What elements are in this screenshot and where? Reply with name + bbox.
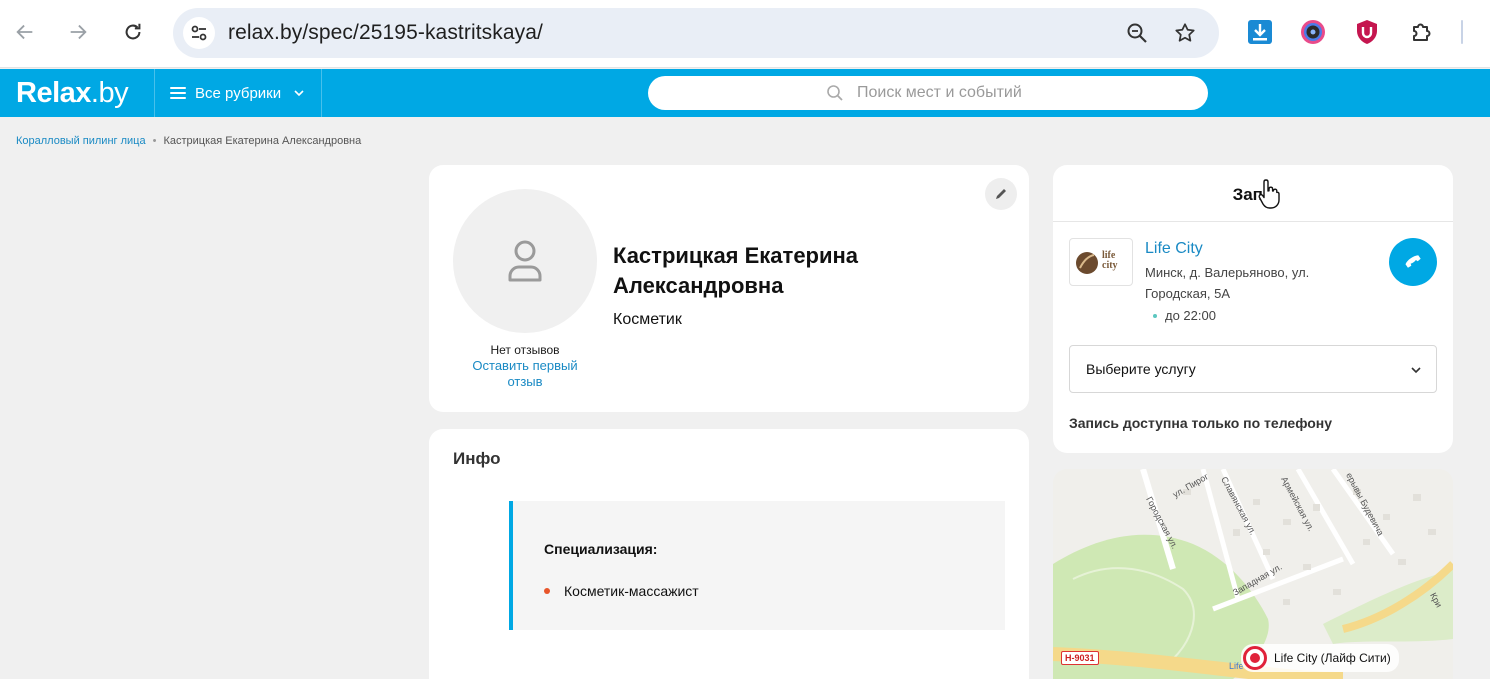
browser-toolbar: relax.by/spec/25195-kastritskaya/ <box>0 0 1490 68</box>
address-bar[interactable]: relax.by/spec/25195-kastritskaya/ <box>173 8 1219 58</box>
salon-logo-text: life city <box>1102 250 1118 271</box>
specialist-role: Косметик <box>613 311 682 328</box>
phone-only-note: Запись доступна только по телефону <box>1069 415 1333 431</box>
salon-address: Минск, д. Валерьяново, ул. Городская, 5А <box>1145 265 1310 301</box>
leave-first-review-link[interactable]: Оставить первый отзыв <box>469 358 581 390</box>
map-pin-icon <box>1243 646 1267 670</box>
avatar <box>453 189 597 333</box>
reload-button[interactable] <box>117 16 149 48</box>
arrow-right-icon <box>70 24 87 40</box>
specialization-label: Специализация: <box>544 541 658 557</box>
search-input[interactable] <box>857 84 1177 102</box>
back-button[interactable] <box>9 16 41 48</box>
hamburger-icon <box>170 87 186 99</box>
booking-card: Запи life city Life City Минск, д. Валер… <box>1053 165 1453 453</box>
road-number-badge: Н-9031 <box>1061 651 1099 665</box>
zoom-button[interactable] <box>1124 20 1150 46</box>
service-select[interactable]: Выберите услугу <box>1069 345 1437 393</box>
zoom-icon <box>1127 23 1147 43</box>
service-select-value: Выберите услугу <box>1086 361 1196 377</box>
booking-title: Запи <box>1232 185 1274 204</box>
puzzle-icon <box>1413 23 1431 41</box>
url-text[interactable]: relax.by/spec/25195-kastritskaya/ <box>228 21 543 45</box>
breadcrumb-current: Кастрицкая Екатерина Александровна <box>163 135 362 147</box>
map-place-label: Life City (Лайф Сити) <box>1274 651 1391 665</box>
location-map[interactable]: Городская ул. ул. Пирог Славянская ул. А… <box>1053 469 1453 679</box>
pencil-icon <box>996 189 1006 199</box>
camera-lens-icon <box>1301 20 1325 44</box>
specialization-block: Специализация: Косметик-массажист <box>509 501 1005 630</box>
salon-hours-text: до 22:00 <box>1165 308 1216 323</box>
download-icon <box>1248 20 1272 44</box>
map-place-marker[interactable]: Life City (Лайф Сити) <box>1241 644 1399 672</box>
info-card: Инфо Специализация: Косметик-массажист <box>429 429 1029 679</box>
specialist-profile-card: Нет отзывов Оставить первый отзыв Кастри… <box>429 165 1029 412</box>
star-icon <box>1175 23 1195 42</box>
rubrics-menu-button[interactable]: Все рубрики <box>170 69 305 117</box>
bookmark-button[interactable] <box>1172 20 1198 46</box>
no-reviews-text: Нет отзывов <box>490 343 560 357</box>
salon-logo[interactable]: life city <box>1069 238 1133 286</box>
tune-icon <box>191 25 207 41</box>
hand-cursor-icon <box>1258 179 1280 209</box>
call-button[interactable] <box>1389 238 1437 286</box>
salon-hours: до 22:00 <box>1153 308 1216 323</box>
extensions-button[interactable] <box>1408 18 1436 46</box>
rubrics-label: Все рубрики <box>195 84 282 102</box>
site-info-button[interactable] <box>183 17 215 49</box>
breadcrumb-link[interactable]: Коралловый пилинг лица <box>16 135 146 147</box>
specialization-item: Косметик-массажист <box>564 583 699 599</box>
breadcrumb: Коралловый пилинг лица • Кастрицкая Екат… <box>16 135 361 147</box>
phone-icon <box>1405 255 1421 268</box>
camera-extension-button[interactable] <box>1299 18 1327 46</box>
user-placeholder-icon <box>508 240 542 282</box>
ublock-shield-icon <box>1357 20 1377 44</box>
salon-name-link[interactable]: Life City <box>1145 240 1203 258</box>
breadcrumb-separator: • <box>152 135 157 147</box>
chevron-down-icon <box>1411 367 1421 374</box>
toolbar-divider <box>1461 20 1463 44</box>
download-extension-button[interactable] <box>1246 18 1274 46</box>
reload-icon <box>125 23 141 40</box>
divider <box>1053 221 1453 222</box>
status-dot <box>1153 313 1157 318</box>
search-icon <box>827 85 843 101</box>
site-header: Relax.by Все рубрики <box>0 69 1490 117</box>
bullet-dot <box>544 588 550 594</box>
forward-button[interactable] <box>62 16 94 48</box>
site-search[interactable] <box>648 76 1208 110</box>
arrow-left-icon <box>16 24 33 40</box>
logo-main: Relax <box>16 77 91 109</box>
specialist-name: Кастрицкая Екатерина Александровна <box>613 243 859 298</box>
shield-extension-button[interactable] <box>1353 18 1381 46</box>
site-logo[interactable]: Relax.by <box>16 77 129 110</box>
logo-tld: .by <box>90 77 129 109</box>
info-title: Инфо <box>453 449 501 468</box>
list-item: Косметик-массажист <box>544 583 699 599</box>
header-divider <box>154 69 155 117</box>
header-divider <box>321 69 322 117</box>
edit-button[interactable] <box>985 178 1017 210</box>
chevron-down-icon <box>294 90 304 97</box>
